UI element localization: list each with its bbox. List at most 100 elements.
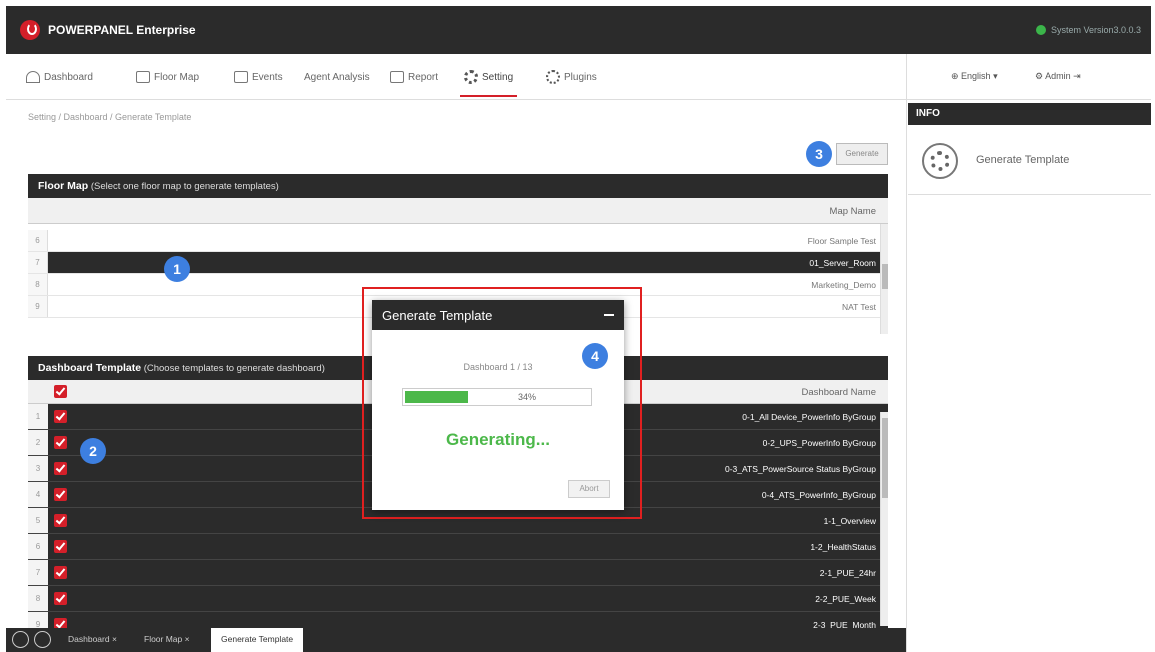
table-row[interactable]: 7 2-1_PUE_24hr <box>28 560 888 586</box>
table-row-selected[interactable]: 7 01_Server_Room <box>28 252 888 274</box>
nav-floor-map-label: Floor Map <box>154 71 200 83</box>
nav-agent-analysis-label: Agent Analysis <box>304 71 370 83</box>
row-checkbox[interactable] <box>54 618 67 628</box>
row-number: 2 <box>28 430 48 455</box>
row-checkbox[interactable] <box>54 436 67 449</box>
dashboard-name: 2-3_PUE_Month <box>813 620 876 628</box>
dashboard-name: 2-1_PUE_24hr <box>819 568 876 578</box>
user-menu[interactable]: ⚙ Admin ⇥ <box>1035 71 1081 82</box>
table-row[interactable]: 6 1-2_HealthStatus <box>28 534 888 560</box>
step-badge-1: 1 <box>164 256 190 282</box>
dashboard-name: 0-3_ATS_PowerSource Status ByGroup <box>724 464 876 474</box>
row-number: 8 <box>28 586 48 611</box>
nav-report-label: Report <box>408 71 439 83</box>
row-checkbox[interactable] <box>54 592 67 605</box>
row-checkbox[interactable] <box>54 410 67 423</box>
gear-icon <box>922 143 958 179</box>
nav-setting[interactable]: Setting <box>459 68 518 97</box>
map-name: Marketing_Demo <box>811 280 876 290</box>
generate-button[interactable]: Generate <box>836 143 888 165</box>
step-badge-4: 4 <box>582 343 608 369</box>
language-label: English <box>961 71 991 81</box>
row-number: 7 <box>28 252 48 273</box>
abort-button[interactable]: Abort <box>568 480 610 498</box>
events-icon <box>234 71 248 83</box>
map-name: 01_Server_Room <box>809 258 876 268</box>
powerpanel-logo-icon <box>20 20 40 40</box>
nav-dashboard[interactable]: Dashboard <box>26 68 93 86</box>
nav-plugins[interactable]: Plugins <box>546 68 597 86</box>
breadcrumb: Setting / Dashboard / Generate Template <box>28 112 192 122</box>
row-checkbox[interactable] <box>54 540 67 553</box>
step-badge-3: 3 <box>806 141 832 167</box>
modal-header: Generate Template <box>372 300 624 330</box>
row-number: 6 <box>28 534 48 559</box>
row-checkbox[interactable] <box>54 462 67 475</box>
scroll-left-icon[interactable] <box>12 631 29 648</box>
dashboard-icon <box>26 71 40 83</box>
floor-map-title: Floor Map <box>38 180 89 192</box>
tab-dashboard[interactable]: Dashboard × <box>68 634 117 644</box>
table-row[interactable]: 9 2-3_PUE_Month <box>28 612 888 628</box>
scroll-thumb[interactable] <box>882 418 888 498</box>
floor-map-scrollbar[interactable] <box>880 224 888 334</box>
progress-fill <box>405 391 469 403</box>
map-name: NAT Test <box>841 302 876 312</box>
row-number: 1 <box>28 404 48 429</box>
nav-setting-label: Setting <box>482 71 514 83</box>
row-checkbox[interactable] <box>54 514 67 527</box>
nav-dashboard-label: Dashboard <box>44 71 93 83</box>
right-panel-divider <box>906 100 907 652</box>
row-number: 8 <box>28 274 48 295</box>
tab-floor-map[interactable]: Floor Map × <box>144 634 190 644</box>
nav-report[interactable]: Report <box>390 68 438 86</box>
dashboard-name: 0-4_ATS_PowerInfo_ByGroup <box>761 490 876 500</box>
top-bar: POWERPANEL Enterprise System Version3.0.… <box>6 6 1151 54</box>
tab-generate-template[interactable]: Generate Template <box>211 628 304 652</box>
nav-floor-map[interactable]: Floor Map <box>136 68 199 86</box>
row-number: 9 <box>28 296 48 317</box>
row-number: 9 <box>28 612 48 628</box>
row-number: 5 <box>28 508 48 533</box>
dashboard-name: 1-2_HealthStatus <box>810 542 876 552</box>
dashboard-name-column: Dashboard Name <box>801 387 876 398</box>
row-number: 6 <box>28 230 48 251</box>
user-label: Admin <box>1045 71 1071 81</box>
row-number: 4 <box>28 482 48 507</box>
floor-map-icon <box>136 71 150 83</box>
info-label: Generate Template <box>976 154 1070 166</box>
plugins-icon <box>546 70 560 84</box>
step-badge-2: 2 <box>80 438 106 464</box>
row-checkbox[interactable] <box>54 566 67 579</box>
minimize-icon[interactable] <box>604 314 614 316</box>
user-nav: ⊕ English ▾ ⚙ Admin ⇥ <box>906 54 1151 100</box>
language-select[interactable]: ⊕ English ▾ <box>951 71 998 82</box>
nav-events-label: Events <box>252 71 283 83</box>
progress-label: 34% <box>518 392 537 402</box>
table-row[interactable]: 6 Floor Sample Test <box>28 230 888 252</box>
row-number: 7 <box>28 560 48 585</box>
row-number: 3 <box>28 456 48 481</box>
info-panel: Generate Template <box>908 125 1151 195</box>
nav-plugins-label: Plugins <box>564 71 597 83</box>
select-all-checkbox[interactable] <box>54 385 67 398</box>
dashboard-name: 0-1_All Device_PowerInfo ByGroup <box>742 412 876 422</box>
dashboard-scrollbar[interactable] <box>880 412 888 626</box>
scroll-right-icon[interactable] <box>34 631 51 648</box>
setting-gear-icon <box>464 70 478 84</box>
modal-title: Generate Template <box>382 308 493 323</box>
dashboard-template-title: Dashboard Template <box>38 362 142 374</box>
bottom-tab-bar: Dashboard × Floor Map × Generate Templat… <box>6 628 906 652</box>
nav-events[interactable]: Events <box>234 68 283 86</box>
row-checkbox[interactable] <box>54 488 67 501</box>
map-name-column: Map Name <box>829 206 876 217</box>
nav-agent-analysis[interactable]: Agent Analysis <box>304 68 370 86</box>
generating-status: Generating... <box>446 430 550 449</box>
table-row[interactable]: 8 2-2_PUE_Week <box>28 586 888 612</box>
floor-map-subtitle: (Select one floor map to generate templa… <box>90 181 279 192</box>
floor-map-column-header: Map Name <box>28 198 888 224</box>
scroll-thumb[interactable] <box>882 264 888 289</box>
progress-bar: 34% <box>402 388 592 406</box>
version-text: System Version3.0.0.3 <box>1050 25 1141 35</box>
floor-map-header: Floor Map (Select one floor map to gener… <box>28 174 888 198</box>
